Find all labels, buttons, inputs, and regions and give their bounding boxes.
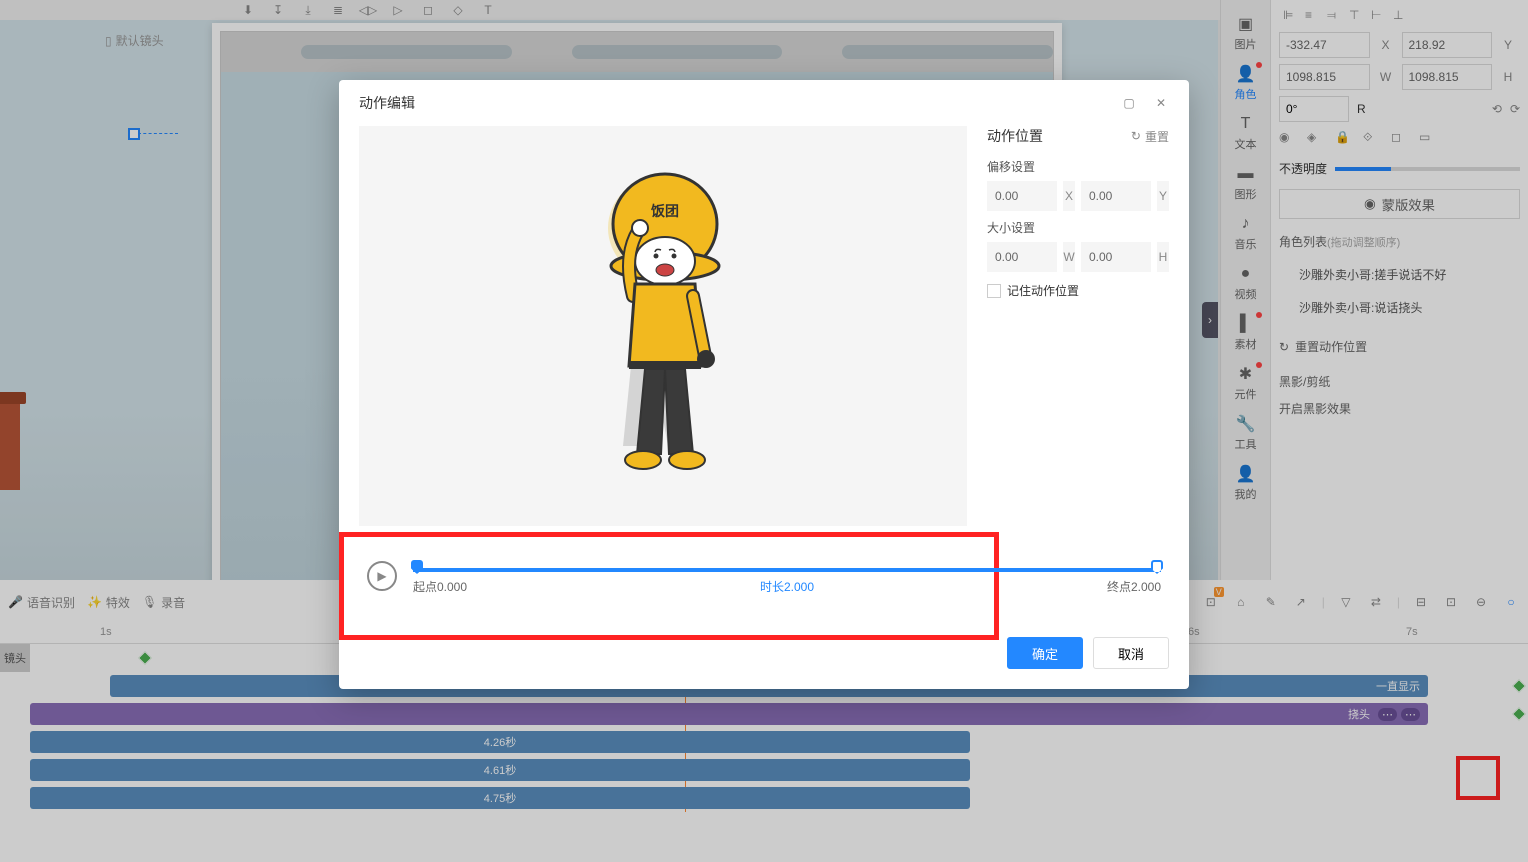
offset-label: 偏移设置: [987, 158, 1169, 175]
svg-text:饭团: 饭团: [650, 203, 679, 219]
offset-y-input[interactable]: [1081, 181, 1151, 211]
modal-overlay: 动作编辑 ▢ ✕ 饭团: [0, 0, 1528, 862]
remember-label: 记住动作位置: [1007, 282, 1079, 299]
remember-checkbox[interactable]: [987, 284, 1001, 298]
slider-start-handle[interactable]: [411, 560, 423, 574]
preview-canvas: 饭团: [359, 126, 967, 526]
size-h-input[interactable]: [1081, 242, 1151, 272]
duration-label: 时长2.000: [760, 578, 814, 595]
size-label: 大小设置: [987, 219, 1169, 236]
w-unit: W: [1063, 242, 1075, 272]
x-unit: X: [1063, 181, 1075, 211]
offset-x-input[interactable]: [987, 181, 1057, 211]
h-unit: H: [1157, 242, 1169, 272]
character-preview: 饭团: [573, 166, 753, 486]
cancel-button[interactable]: 取消: [1093, 637, 1169, 669]
slider-end-handle[interactable]: [1151, 560, 1163, 574]
maximize-icon[interactable]: ▢: [1121, 95, 1137, 111]
close-icon[interactable]: ✕: [1153, 95, 1169, 111]
ok-button[interactable]: 确定: [1007, 637, 1083, 669]
refresh-icon: ↻: [1131, 129, 1141, 143]
size-w-input[interactable]: [987, 242, 1057, 272]
start-label: 起点0.000: [413, 578, 467, 595]
y-unit: Y: [1157, 181, 1169, 211]
reset-button[interactable]: ↻重置: [1131, 128, 1169, 145]
position-title: 动作位置: [987, 126, 1043, 146]
end-label: 终点2.000: [1107, 578, 1161, 595]
play-button[interactable]: ▶: [367, 561, 397, 591]
action-edit-dialog: 动作编辑 ▢ ✕ 饭团: [339, 80, 1189, 689]
trim-slider[interactable]: 起点0.000 时长2.000 终点2.000: [413, 556, 1161, 595]
dialog-title: 动作编辑: [359, 93, 415, 113]
